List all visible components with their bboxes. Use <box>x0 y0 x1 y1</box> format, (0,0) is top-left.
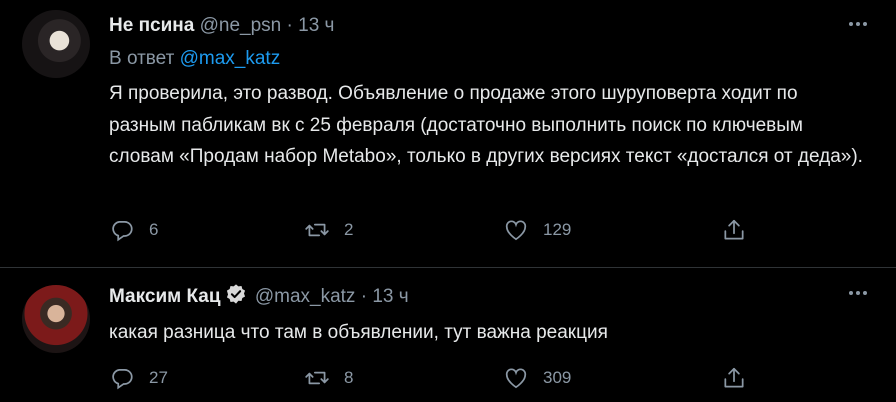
heart-icon <box>505 368 527 389</box>
avatar[interactable] <box>22 285 90 353</box>
tweet-actions: 6 2 129 <box>0 216 896 244</box>
timestamp[interactable]: 13 ч <box>298 15 334 36</box>
timestamp[interactable]: 13 ч <box>372 286 408 307</box>
share-icon <box>724 219 744 240</box>
retweet-count: 2 <box>344 220 354 239</box>
retweet-button[interactable]: 8 <box>304 364 353 392</box>
heart-icon <box>505 220 527 241</box>
more-icon[interactable] <box>846 281 870 305</box>
separator-dot: · <box>286 15 293 36</box>
avatar[interactable] <box>22 10 90 78</box>
tweet-text: Я проверила, это развод. Объявление о пр… <box>109 83 863 167</box>
share-icon <box>724 367 744 388</box>
author-name[interactable]: Не псина <box>109 15 194 36</box>
reply-mention-link[interactable]: @max_katz <box>180 48 281 69</box>
tweet-header: Не псина @ne_psn · 13 ч <box>109 14 334 38</box>
more-icon[interactable] <box>846 12 870 36</box>
tweet-header: Максим Кац @max_katz · 13 ч <box>109 283 409 312</box>
reply-count: 27 <box>149 368 168 387</box>
reply-prefix: В ответ <box>109 48 175 69</box>
retweet-icon <box>305 371 329 385</box>
retweet-button[interactable]: 2 <box>304 216 353 244</box>
author-handle[interactable]: @ne_psn <box>200 15 282 36</box>
share-button[interactable] <box>721 364 747 392</box>
reply-count: 6 <box>149 220 159 239</box>
reply-context: В ответ @max_katz <box>109 47 280 71</box>
reply-button[interactable]: 6 <box>109 216 158 244</box>
share-button[interactable] <box>721 216 747 244</box>
author-name[interactable]: Максим Кац <box>109 286 221 307</box>
comment-icon <box>112 221 133 242</box>
like-count: 129 <box>543 220 572 239</box>
tweet-actions: 27 8 309 <box>0 364 896 392</box>
comment-icon <box>112 369 133 390</box>
retweet-icon <box>305 223 329 237</box>
tweet-text: какая разница что там в объявлении, тут … <box>109 322 608 343</box>
separator-dot: · <box>360 286 368 307</box>
retweet-count: 8 <box>344 368 354 387</box>
tweet-reply-ne-psn[interactable]: Не псина @ne_psn · 13 ч В ответ @max_kat… <box>0 0 896 268</box>
like-button[interactable]: 309 <box>503 364 571 392</box>
tweet-max-katz[interactable]: Максим Кац @max_katz · 13 ч какая разниц… <box>0 268 896 402</box>
like-count: 309 <box>543 368 572 387</box>
reply-button[interactable]: 27 <box>109 364 168 392</box>
author-handle[interactable]: @max_katz <box>255 286 356 307</box>
like-button[interactable]: 129 <box>503 216 571 244</box>
verified-badge-icon <box>225 283 247 312</box>
